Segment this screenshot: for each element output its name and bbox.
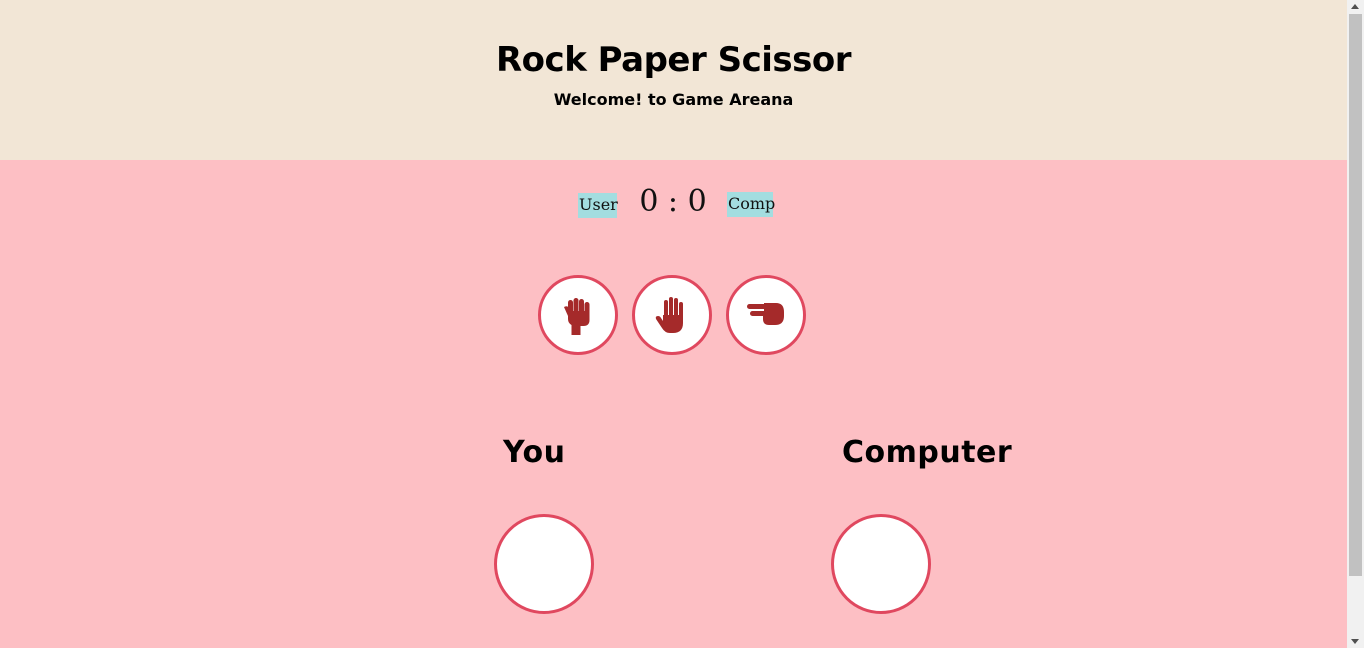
comp-score-label: Comp [727, 192, 775, 217]
score-value: 0 : 0 [639, 184, 707, 219]
game-area: User 0 : 0 Comp You Computer [0, 160, 1347, 648]
user-score-label: User [578, 193, 618, 218]
you-label: You [503, 435, 566, 470]
scroll-down-icon[interactable] [1351, 639, 1359, 644]
page-subtitle: Welcome! to Game Areana [553, 90, 794, 109]
vertical-scrollbar[interactable] [1347, 0, 1364, 648]
page-header: Rock Paper Scissor Welcome! to Game Area… [0, 0, 1347, 160]
computer-label: Computer [842, 435, 1013, 470]
scroll-up-icon[interactable] [1351, 4, 1359, 9]
your-choice-display [494, 514, 594, 614]
scissor-button[interactable] [726, 275, 806, 355]
scissor-hand-icon [747, 303, 784, 325]
page-title: Rock Paper Scissor [496, 40, 852, 80]
rock-button[interactable] [538, 275, 618, 355]
paper-hand-icon [655, 297, 683, 333]
computer-choice-display [831, 514, 931, 614]
scrollbar-thumb[interactable] [1349, 14, 1362, 576]
game-page: Rock Paper Scissor Welcome! to Game Area… [0, 0, 1347, 648]
paper-button[interactable] [632, 275, 712, 355]
rock-hand-icon [564, 298, 590, 335]
